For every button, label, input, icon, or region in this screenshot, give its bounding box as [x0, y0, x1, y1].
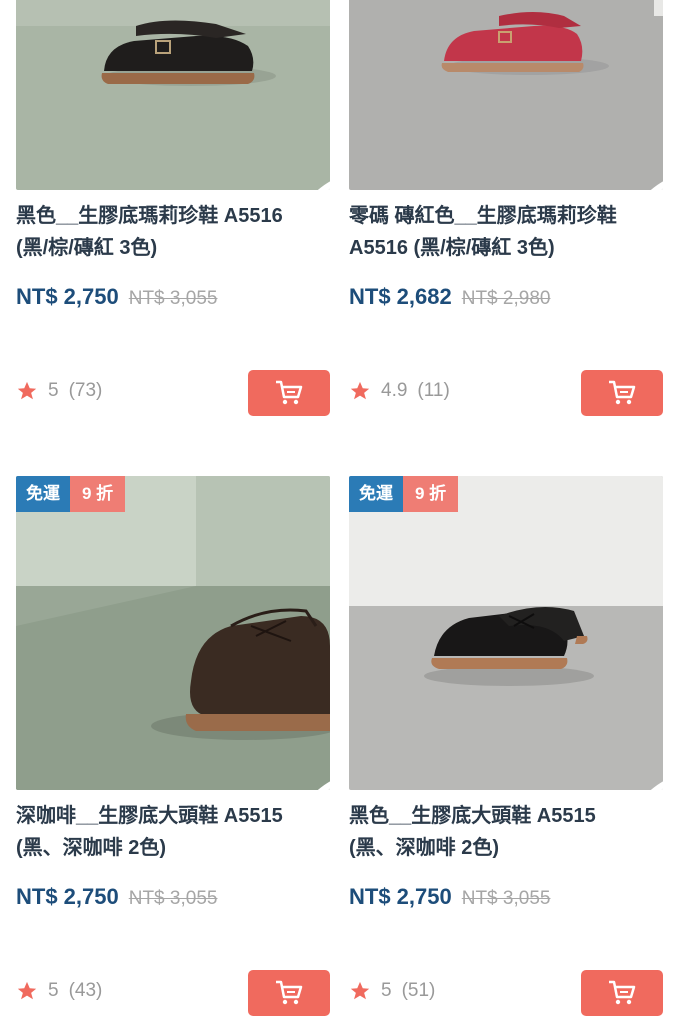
cart-icon [276, 980, 303, 1005]
add-to-cart-button[interactable] [248, 370, 330, 416]
product-title[interactable]: 深咖啡__生膠底大頭鞋 A5515 (黑、深咖啡 2色) [16, 800, 330, 864]
rating-value: 4.9 [381, 380, 408, 401]
product-title-line: (黑、深咖啡 2色) [349, 837, 499, 859]
original-price: NT$ 3,055 [128, 888, 218, 909]
rating: 5 (51) [349, 980, 435, 1002]
rating-value: 5 [381, 980, 392, 1001]
review-count: (11) [417, 380, 450, 401]
original-price: NT$ 3,055 [128, 288, 218, 309]
star-icon [350, 981, 370, 1000]
product-image[interactable] [16, 0, 330, 190]
price-row: NT$ 2,750 NT$ 3,055 [349, 884, 663, 910]
product-image[interactable] [349, 0, 663, 190]
rating: 5 (73) [16, 380, 102, 402]
cart-icon [276, 380, 303, 405]
sale-price: NT$ 2,750 [349, 884, 452, 909]
promo-badges: 免運 9 折 [16, 476, 126, 512]
product-title-line: 黑色__生膠底瑪莉珍鞋 A5516 [16, 205, 283, 227]
product-image[interactable]: 免運 9 折 [16, 476, 330, 790]
product-title[interactable]: 黑色__生膠底大頭鞋 A5515 (黑、深咖啡 2色) [349, 800, 663, 864]
review-count: (43) [68, 980, 103, 1001]
add-to-cart-button[interactable] [248, 970, 330, 1016]
original-price: NT$ 3,055 [461, 888, 551, 909]
cart-icon [609, 380, 636, 405]
review-count: (51) [401, 980, 436, 1001]
product-title-line: 黑色__生膠底大頭鞋 A5515 [349, 805, 596, 827]
add-to-cart-button[interactable] [581, 970, 663, 1016]
rating-value: 5 [48, 380, 59, 401]
favorite-heart-icon[interactable] [284, 746, 330, 790]
product-title[interactable]: 零碼 磚紅色__生膠底瑪莉珍鞋 A5516 (黑/棕/磚紅 3色) [349, 200, 663, 264]
product-title-line: 零碼 磚紅色__生膠底瑪莉珍鞋 [349, 205, 617, 227]
brown-derby-shoe-image [16, 476, 330, 790]
product-title-line: (黑、深咖啡 2色) [16, 837, 166, 859]
black-derby-shoe-image [349, 476, 663, 790]
product-title[interactable]: 黑色__生膠底瑪莉珍鞋 A5516 (黑/棕/磚紅 3色) [16, 200, 330, 264]
promo-badges: 免運 9 折 [349, 476, 459, 512]
product-title-line: A5516 (黑/棕/磚紅 3色) [349, 237, 555, 259]
rating: 4.9 (11) [349, 380, 450, 402]
star-icon [17, 381, 37, 400]
review-count: (73) [68, 380, 103, 401]
rating-value: 5 [48, 980, 59, 1001]
sale-price: NT$ 2,750 [16, 284, 119, 309]
product-title-line: 深咖啡__生膠底大頭鞋 A5515 [16, 805, 283, 827]
price-row: NT$ 2,750 NT$ 3,055 [16, 884, 330, 910]
red-mary-jane-shoe-image [349, 0, 663, 190]
discount-badge: 9 折 [70, 476, 126, 512]
star-icon [17, 981, 37, 1000]
rating: 5 (43) [16, 980, 102, 1002]
sale-price: NT$ 2,750 [16, 884, 119, 909]
cart-icon [609, 980, 636, 1005]
star-icon [350, 381, 370, 400]
sale-price: NT$ 2,682 [349, 284, 452, 309]
free-shipping-badge: 免運 [349, 476, 403, 512]
product-title-line: (黑/棕/磚紅 3色) [16, 237, 158, 259]
favorite-heart-icon[interactable] [617, 146, 663, 190]
add-to-cart-button[interactable] [581, 370, 663, 416]
original-price: NT$ 2,980 [461, 288, 551, 309]
price-row: NT$ 2,750 NT$ 3,055 [16, 284, 330, 310]
price-row: NT$ 2,682 NT$ 2,980 [349, 284, 663, 310]
discount-badge: 9 折 [403, 476, 459, 512]
free-shipping-badge: 免運 [16, 476, 70, 512]
black-mary-jane-shoe-image [16, 0, 330, 190]
product-image[interactable]: 免運 9 折 [349, 476, 663, 790]
favorite-heart-icon[interactable] [284, 146, 330, 190]
favorite-heart-icon[interactable] [617, 746, 663, 790]
